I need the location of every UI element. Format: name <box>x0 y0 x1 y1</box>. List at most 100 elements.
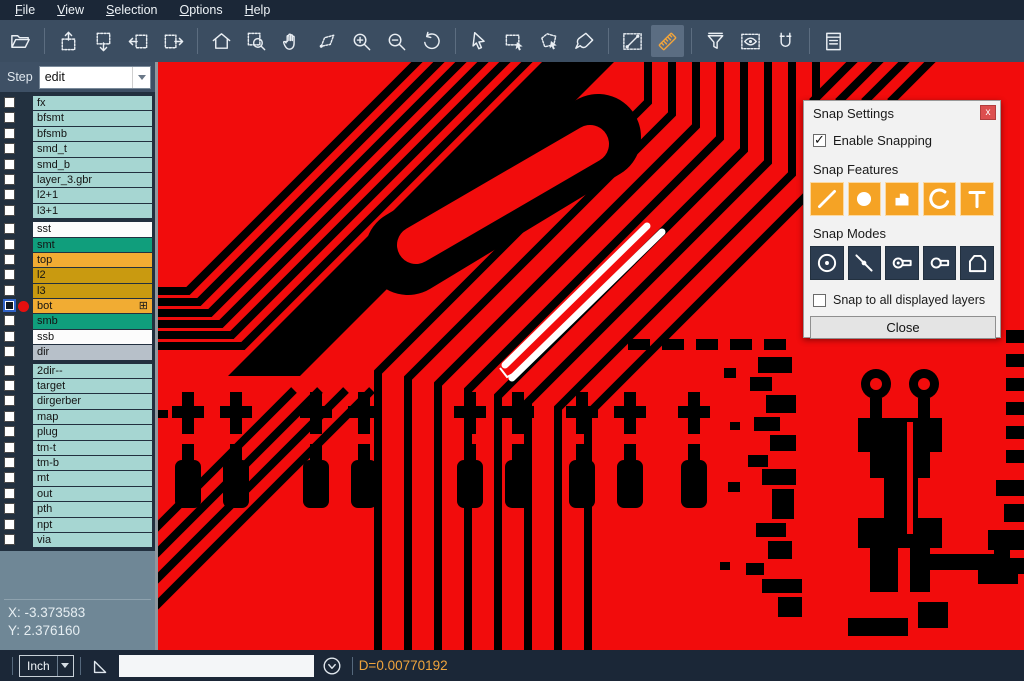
layer-visibility-checkbox[interactable] <box>4 223 15 234</box>
layer-name[interactable]: mt <box>33 471 152 485</box>
command-input[interactable] <box>119 655 314 677</box>
menu-item[interactable]: Help <box>234 1 282 19</box>
layer-name[interactable]: dirgerber <box>33 394 152 408</box>
layer-visibility-checkbox[interactable] <box>4 457 15 468</box>
report-button[interactable] <box>817 25 850 57</box>
layer-name[interactable]: smd_t <box>33 142 152 156</box>
select-group-button[interactable] <box>533 25 566 57</box>
layer-name[interactable]: 2dir-- <box>33 364 152 378</box>
open-file-button[interactable] <box>4 25 37 57</box>
layer-name[interactable]: tm-t <box>33 441 152 455</box>
snap-arc-button[interactable] <box>923 182 957 216</box>
layer-name[interactable]: smt <box>33 238 152 252</box>
layer-grid-icon[interactable]: ⊞ <box>139 299 148 313</box>
move-vertex-button[interactable] <box>310 25 343 57</box>
layer-visibility-checkbox[interactable] <box>4 426 15 437</box>
snap-contour-button[interactable] <box>960 246 994 280</box>
layer-name[interactable]: plug <box>33 425 152 439</box>
measure-ruler-button[interactable] <box>651 25 684 57</box>
zoom-home-button[interactable] <box>205 25 238 57</box>
layer-visibility-checkbox[interactable] <box>4 143 15 154</box>
layer-name[interactable]: l3 <box>33 284 152 298</box>
snap-button[interactable] <box>769 25 802 57</box>
layer-name[interactable]: bfsmb <box>33 127 152 141</box>
layer-visibility-checkbox[interactable] <box>4 534 15 545</box>
scroll-left-button[interactable] <box>122 25 155 57</box>
layer-visibility-checkbox[interactable] <box>4 269 15 280</box>
menu-item[interactable]: File <box>4 1 46 19</box>
snap-midpoint-button[interactable] <box>848 246 882 280</box>
snap-center-button[interactable] <box>810 246 844 280</box>
refresh-sync-icon[interactable] <box>321 655 343 677</box>
layer-name[interactable]: bot <box>33 299 152 313</box>
scroll-up-button[interactable] <box>52 25 85 57</box>
zoom-in-button[interactable] <box>345 25 378 57</box>
angle-measure-icon[interactable] <box>90 655 112 677</box>
snap-surface-button[interactable] <box>885 182 919 216</box>
layer-name[interactable]: out <box>33 487 152 501</box>
snap-text-button[interactable] <box>960 182 994 216</box>
menu-item[interactable]: Options <box>168 1 233 19</box>
layer-name[interactable]: l2 <box>33 268 152 282</box>
layer-name[interactable]: npt <box>33 518 152 532</box>
layer-name[interactable]: smb <box>33 314 152 328</box>
unit-select[interactable]: Inch <box>19 655 74 677</box>
measure-distance-button[interactable] <box>616 25 649 57</box>
layer-visibility-checkbox[interactable] <box>4 239 15 250</box>
layer-name[interactable]: tm-b <box>33 456 152 470</box>
layer-visibility-checkbox[interactable] <box>4 346 15 357</box>
layer-name[interactable]: bfsmt <box>33 111 152 125</box>
layer-name[interactable]: dir <box>33 345 152 359</box>
select-rectangle-button[interactable] <box>498 25 531 57</box>
layer-visibility-checkbox[interactable] <box>4 472 15 483</box>
view-options-button[interactable] <box>734 25 767 57</box>
layer-name[interactable]: l3+1 <box>33 204 152 218</box>
enable-snapping-checkbox[interactable] <box>813 134 826 147</box>
pan-hand-button[interactable] <box>275 25 308 57</box>
layer-visibility-checkbox[interactable] <box>4 519 15 530</box>
layer-visibility-checkbox[interactable] <box>4 159 15 170</box>
dialog-close-button[interactable]: Close <box>810 316 996 339</box>
close-icon[interactable]: x <box>980 105 996 120</box>
layer-visibility-checkbox[interactable] <box>4 442 15 453</box>
highlight-brush-button[interactable] <box>568 25 601 57</box>
menu-item[interactable]: Selection <box>95 1 168 19</box>
layer-visibility-checkbox[interactable] <box>3 299 16 312</box>
menu-item[interactable]: View <box>46 1 95 19</box>
layer-visibility-checkbox[interactable] <box>4 488 15 499</box>
layer-visibility-checkbox[interactable] <box>4 174 15 185</box>
layer-visibility-checkbox[interactable] <box>4 395 15 406</box>
layer-name[interactable]: layer_3.gbr <box>33 173 152 187</box>
layer-name[interactable]: map <box>33 410 152 424</box>
layer-name[interactable]: ssb <box>33 330 152 344</box>
layer-visibility-checkbox[interactable] <box>4 189 15 200</box>
snap-all-layers-checkbox[interactable] <box>813 294 826 307</box>
snap-pad-button[interactable] <box>848 182 882 216</box>
layer-visibility-checkbox[interactable] <box>4 365 15 376</box>
layer-name[interactable]: smd_b <box>33 158 152 172</box>
snap-line-button[interactable] <box>810 182 844 216</box>
layer-visibility-checkbox[interactable] <box>4 205 15 216</box>
step-select[interactable]: edit <box>39 66 151 89</box>
layer-name[interactable]: target <box>33 379 152 393</box>
layer-name[interactable]: top <box>33 253 152 267</box>
dialog-titlebar[interactable]: Snap Settings x <box>804 101 1000 125</box>
layer-visibility-checkbox[interactable] <box>4 128 15 139</box>
layer-name[interactable]: fx <box>33 96 152 110</box>
layer-visibility-checkbox[interactable] <box>4 331 15 342</box>
chevron-down-icon[interactable] <box>57 656 73 676</box>
layer-visibility-checkbox[interactable] <box>4 503 15 514</box>
layer-visibility-checkbox[interactable] <box>4 97 15 108</box>
zoom-previous-button[interactable] <box>415 25 448 57</box>
layer-name[interactable]: l2+1 <box>33 188 152 202</box>
scroll-right-button[interactable] <box>157 25 190 57</box>
panel-splitter[interactable] <box>155 62 158 650</box>
layer-visibility-checkbox[interactable] <box>4 112 15 123</box>
chevron-down-icon[interactable] <box>132 67 150 88</box>
select-arrow-button[interactable] <box>463 25 496 57</box>
layer-name[interactable]: sst <box>33 222 152 236</box>
layer-name[interactable]: via <box>33 533 152 547</box>
layer-visibility-checkbox[interactable] <box>4 315 15 326</box>
snap-slot-end-button[interactable] <box>923 246 957 280</box>
scroll-down-button[interactable] <box>87 25 120 57</box>
